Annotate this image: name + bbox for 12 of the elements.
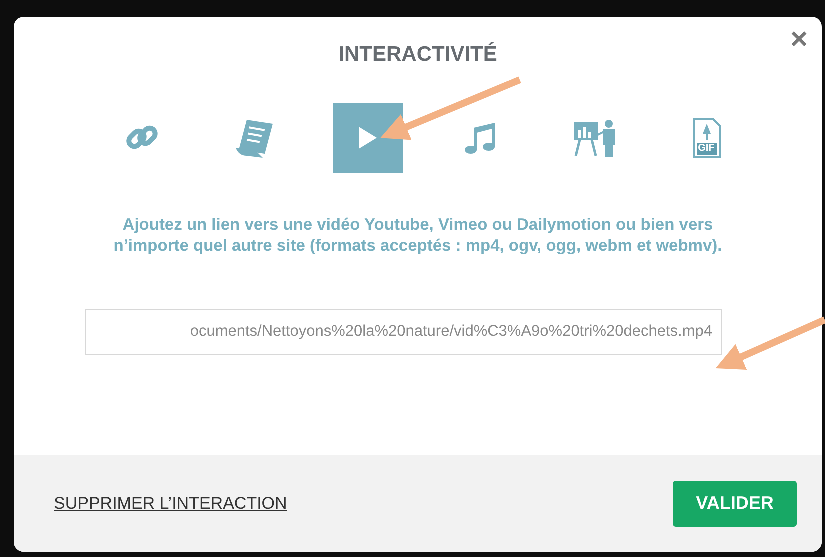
media-type-button[interactable]: GIF bbox=[672, 103, 742, 173]
presenter-icon bbox=[572, 118, 616, 158]
dialog-title: INTERACTIVITÉ bbox=[338, 43, 498, 67]
delete-interaction-link[interactable]: SUPPRIMER L’INTERACTION bbox=[54, 494, 288, 514]
description-text: Ajoutez un lien vers une vidéo Youtube, Vimeo ou Dailymotion ou bien vers n’importe quel autre site (formats acceptés : mp4, ogv, ogg, webm et webmv). bbox=[112, 215, 724, 257]
close-button[interactable]: × bbox=[790, 25, 808, 55]
validate-button[interactable]: VALIDER bbox=[673, 480, 797, 526]
media-type-button[interactable] bbox=[332, 103, 402, 173]
music-note-icon bbox=[464, 120, 496, 156]
gif-file-icon: GIF bbox=[692, 118, 720, 158]
url-field[interactable]: ocuments/Nettoyons%20la%20nature/vid%C3%A9o%20tri%20dechets.mp4 bbox=[84, 309, 722, 355]
play-icon bbox=[356, 125, 378, 151]
